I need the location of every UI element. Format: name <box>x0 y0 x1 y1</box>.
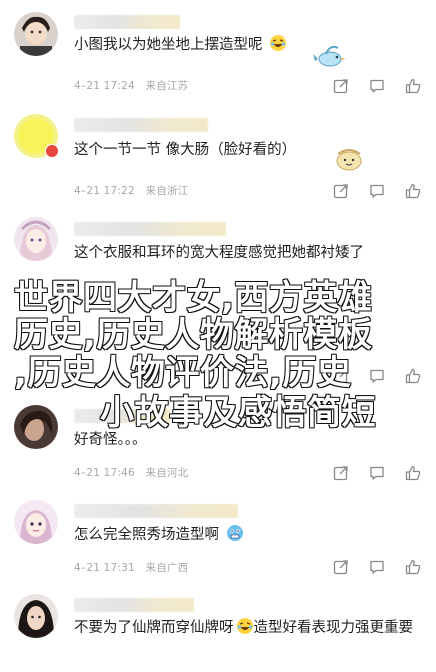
comment-location: 来自江苏 <box>145 80 189 92</box>
comment-time: 4–21 17:22 <box>74 185 135 197</box>
share-icon[interactable] <box>332 182 350 200</box>
comment-text-body: 这个衣服和耳环的宽大程度感觉把她都衬矮了 <box>74 245 364 261</box>
avatar[interactable] <box>14 500 58 544</box>
comment-item: 不要为了仙牌而穿仙牌呀 造型好看表现力强更重要 <box>0 585 436 672</box>
comment-actions <box>332 557 422 577</box>
comment-location: 来自浙江 <box>145 185 189 197</box>
username-blurred[interactable] <box>74 15 180 29</box>
comment-text: 怎么完全照秀场造型啊 <box>74 523 422 547</box>
cartoon-sticker <box>334 144 364 176</box>
username-blurred[interactable] <box>74 118 208 132</box>
comment-icon[interactable] <box>368 558 386 576</box>
grimace-emoji <box>226 524 244 542</box>
comment-location: 来自广西 <box>145 562 189 574</box>
username-blurred[interactable] <box>74 504 238 518</box>
comment-text-body-continued: 造型好看表现力强更重要 <box>253 620 414 636</box>
avatar[interactable] <box>14 217 58 261</box>
comment-time: 4–21 17:46 <box>74 467 135 479</box>
comment-item: 这个一节一节 像大肠（脸好看的） 4–21 17:22 来自浙江 <box>0 100 436 200</box>
like-icon[interactable] <box>404 182 422 200</box>
comment-actions <box>332 181 422 201</box>
comment-icon[interactable] <box>368 464 386 482</box>
comment-actions <box>332 76 422 96</box>
avatar[interactable] <box>14 12 58 56</box>
comment-item: 小图我以为她坐地上摆造型呢 4–21 17:24 来自江苏 <box>0 0 436 100</box>
share-icon[interactable] <box>332 464 350 482</box>
comment-actions <box>332 463 422 483</box>
comment-time: 4–21 17:24 <box>74 80 135 92</box>
comment-text-body: 好奇怪。。。 <box>74 432 147 448</box>
separator <box>138 185 142 197</box>
comment-text: 这个一节一节 像大肠（脸好看的） <box>74 138 422 162</box>
username-blurred[interactable] <box>74 598 194 612</box>
separator <box>138 80 142 92</box>
comment-meta: 4–21 17:31 来自广西 <box>74 560 188 575</box>
like-icon[interactable] <box>404 558 422 576</box>
comment-time: 4–21 17:31 <box>74 562 135 574</box>
avatar[interactable] <box>14 405 58 449</box>
comment-text-body: 怎么完全照秀场造型啊 <box>74 527 219 543</box>
comment-text: 这个衣服和耳环的宽大程度感觉把她都衬矮了 <box>74 241 422 265</box>
separator <box>138 562 142 574</box>
bird-sticker <box>312 42 348 76</box>
laugh-cry-emoji <box>236 617 254 635</box>
comment-meta: 4–21 17:22 来自浙江 <box>74 183 188 198</box>
comment-meta: 4–21 17:24 来自江苏 <box>74 78 188 93</box>
comment-text-body: 小图我以为她坐地上摆造型呢 <box>74 37 263 53</box>
comment-text: 不要为了仙牌而穿仙牌呀 造型好看表现力强更重要 <box>74 616 422 641</box>
comment-text-body: 这个一节一节 像大肠（脸好看的） <box>74 142 297 158</box>
comment-meta: 4–21 17:46 来自河北 <box>74 465 188 480</box>
laugh-cry-emoji <box>269 34 287 52</box>
comment-icon[interactable] <box>368 182 386 200</box>
like-icon[interactable] <box>404 77 422 95</box>
username-blurred[interactable] <box>74 222 226 236</box>
comment-item: 怎么完全照秀场造型啊 4–21 17:31 来自广西 <box>0 495 436 585</box>
overlay-title-line-4: 小故事及感悟简短 <box>99 392 376 433</box>
avatar[interactable] <box>14 594 58 638</box>
comment-text-body: 不要为了仙牌而穿仙牌呀 <box>74 620 234 636</box>
comment-icon[interactable] <box>368 77 386 95</box>
verified-badge-icon <box>45 144 59 158</box>
like-icon[interactable] <box>404 464 422 482</box>
comment-text: 小图我以为她坐地上摆造型呢 <box>74 33 422 57</box>
share-icon[interactable] <box>332 558 350 576</box>
separator <box>138 467 142 479</box>
comment-location: 来自河北 <box>145 467 189 479</box>
share-icon[interactable] <box>332 77 350 95</box>
